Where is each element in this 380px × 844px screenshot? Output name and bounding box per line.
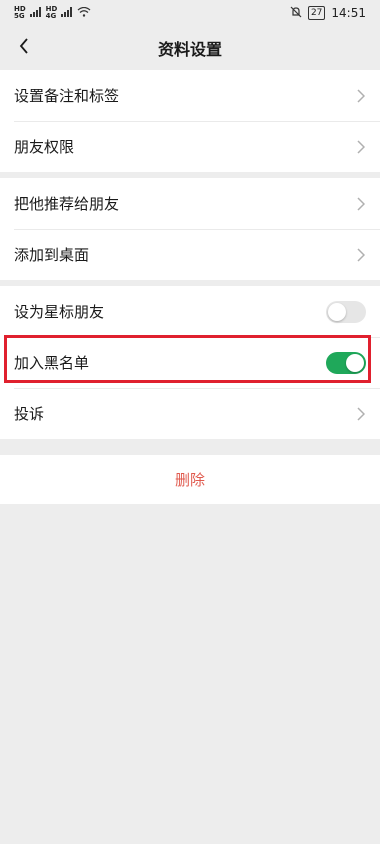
chevron-right-icon — [356, 88, 366, 103]
signal-bars-icon — [29, 6, 42, 20]
delete-button[interactable]: 删除 — [0, 455, 380, 504]
network-2: HD 4G — [46, 6, 58, 20]
mute-icon — [290, 6, 302, 21]
row-label: 把他推荐给朋友 — [14, 195, 120, 213]
signal-bars-icon — [61, 6, 73, 20]
chevron-right-icon — [356, 247, 366, 262]
row-blacklist: 加入黑名单 — [0, 337, 380, 388]
status-right: 27 14:51 — [290, 6, 366, 21]
clock: 14:51 — [331, 6, 366, 20]
toggle-knob — [346, 353, 364, 372]
row-label: 加入黑名单 — [14, 354, 90, 372]
wifi-icon — [77, 6, 91, 20]
settings-group-3: 设为星标朋友 加入黑名单 投诉 — [0, 286, 380, 439]
row-recommend-to-friend[interactable]: 把他推荐给朋友 — [0, 178, 380, 229]
signal-type-1: 5G — [14, 12, 25, 20]
star-friend-toggle[interactable] — [326, 300, 366, 323]
row-label: 投诉 — [14, 405, 45, 423]
row-label: 添加到桌面 — [14, 246, 90, 264]
chevron-right-icon — [356, 139, 366, 154]
chevron-right-icon — [356, 406, 366, 421]
toggle-knob — [328, 302, 346, 321]
row-add-to-desktop[interactable]: 添加到桌面 — [0, 229, 380, 280]
header: 资料设置 — [0, 26, 380, 70]
status-left: HD 5G HD 4G — [14, 6, 91, 20]
status-bar: HD 5G HD 4G 27 14:51 — [0, 0, 380, 26]
chevron-left-icon — [19, 38, 29, 58]
page-title: 资料设置 — [157, 40, 222, 59]
blacklist-toggle[interactable] — [326, 351, 366, 374]
row-star-friend: 设为星标朋友 — [0, 286, 380, 337]
battery-indicator: 27 — [307, 6, 326, 20]
settings-group-1: 设置备注和标签 朋友权限 — [0, 70, 380, 172]
settings-group-2: 把他推荐给朋友 添加到桌面 — [0, 178, 380, 280]
row-label: 朋友权限 — [14, 138, 75, 156]
row-complain[interactable]: 投诉 — [0, 388, 380, 439]
row-label: 设置备注和标签 — [14, 87, 120, 105]
signal-type-2: 4G — [45, 12, 57, 20]
row-label: 设为星标朋友 — [14, 303, 105, 321]
back-button[interactable] — [12, 36, 36, 60]
network-1: HD 5G — [14, 6, 26, 20]
chevron-right-icon — [356, 196, 366, 211]
row-remark-tags[interactable]: 设置备注和标签 — [0, 70, 380, 121]
row-friend-permission[interactable]: 朋友权限 — [0, 121, 380, 172]
